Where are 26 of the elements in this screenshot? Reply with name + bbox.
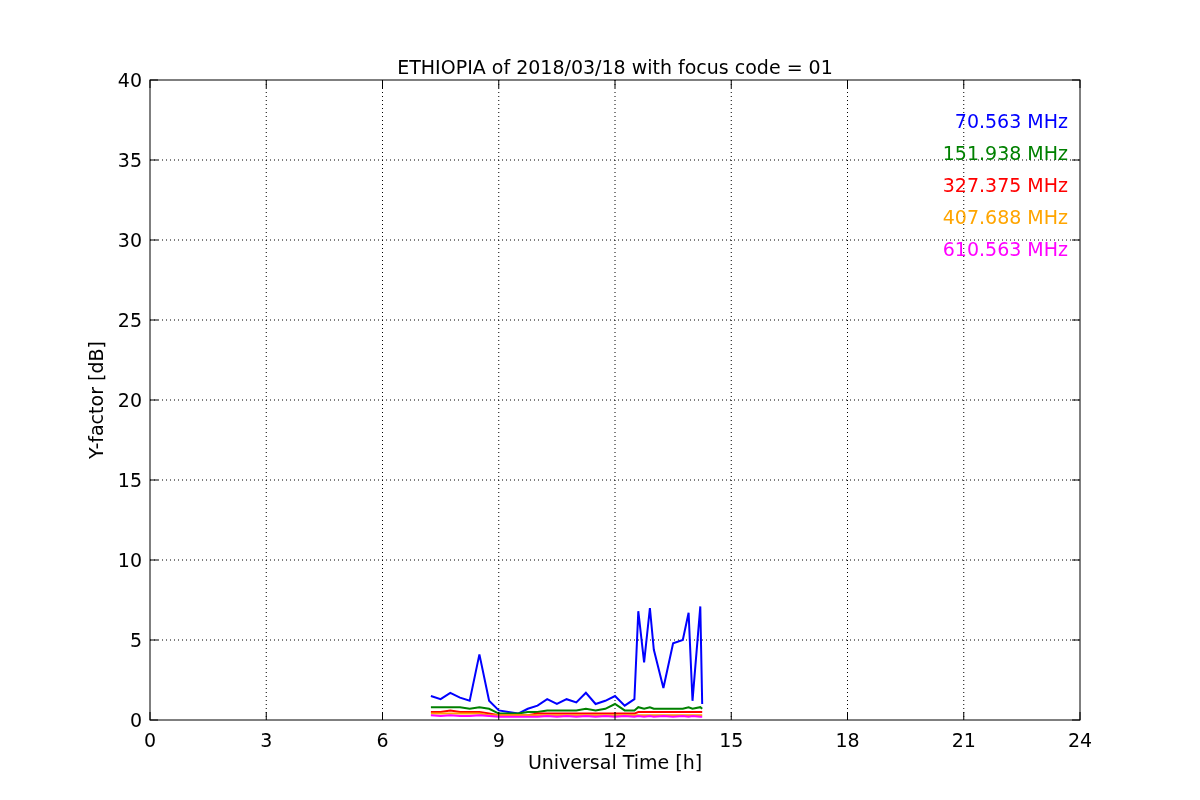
tick-label: 12 xyxy=(602,729,628,751)
chart-title: ETHIOPIA of 2018/03/18 with focus code = 01 xyxy=(397,56,833,78)
tick-label: 35 xyxy=(117,149,142,171)
tick-label: 25 xyxy=(117,309,142,331)
axis-label: Universal Time [h] xyxy=(527,751,703,773)
legend-label: 70.563 MHz xyxy=(954,110,1068,132)
tick-label: 15 xyxy=(117,469,142,491)
axis-label: Y-factor [dB] xyxy=(85,341,107,459)
tick-label: 18 xyxy=(835,729,860,751)
legend-label: 407.688 MHz xyxy=(942,206,1068,228)
tick-label: 10 xyxy=(117,549,142,571)
tick-label: 20 xyxy=(117,389,142,411)
tick-label: 5 xyxy=(129,629,142,651)
legend-label: 151.938 MHz xyxy=(942,142,1068,164)
tick-label: 9 xyxy=(492,729,505,751)
legend-label: 327.375 MHz xyxy=(942,174,1068,196)
tick-label: 30 xyxy=(117,229,142,251)
tick-label: 40 xyxy=(117,69,142,91)
legend-label: 610.563 MHz xyxy=(942,238,1068,260)
tick-label: 15 xyxy=(719,729,744,751)
tick-label: 3 xyxy=(260,729,273,751)
tick-label: 0 xyxy=(129,709,142,731)
tick-label: 24 xyxy=(1067,729,1093,751)
tick-label: 0 xyxy=(143,729,157,751)
tick-label: 6 xyxy=(376,729,389,751)
tick-label: 21 xyxy=(951,729,976,751)
